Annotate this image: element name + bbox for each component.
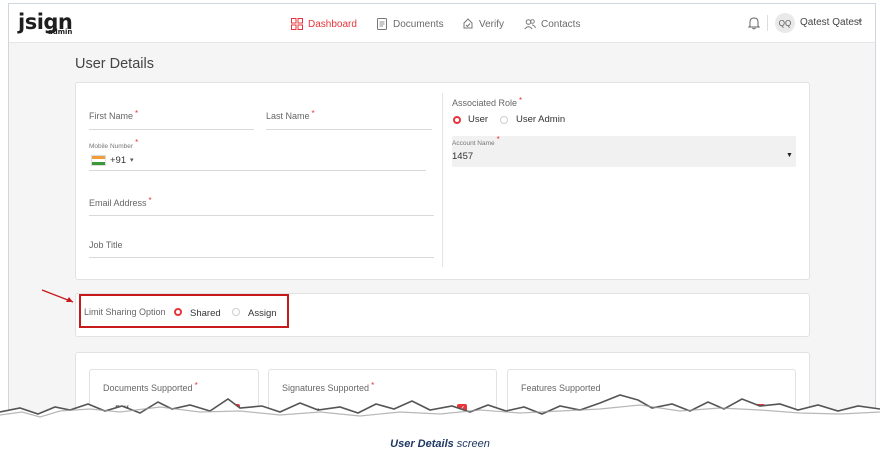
torn-edge: [0, 394, 880, 426]
nav-contacts[interactable]: Contacts: [524, 16, 580, 32]
caption-bold: User Details: [390, 438, 454, 450]
required-mark: *: [311, 109, 315, 118]
account-name-label-text: Account Name: [452, 140, 495, 147]
page-title: User Details: [75, 56, 154, 72]
annotation-arrow-icon: [41, 289, 74, 303]
limit-sharing-label: Limit Sharing Option: [84, 307, 166, 317]
last-name-label: Last Name *: [266, 109, 315, 121]
required-mark: *: [371, 381, 375, 390]
account-name-label: Account Name *: [452, 135, 500, 147]
last-name-label-text: Last Name: [266, 111, 310, 121]
jsign-logo[interactable]: jsign admin: [18, 10, 73, 36]
required-mark: *: [519, 96, 523, 105]
required-mark: *: [148, 196, 152, 205]
required-mark: *: [496, 135, 500, 144]
column-divider: [442, 93, 443, 267]
account-name-select[interactable]: Account Name * 1457 ▼: [452, 135, 796, 167]
nav-divider: [767, 15, 768, 31]
account-name-value: 1457: [452, 151, 474, 162]
nav-dashboard-label: Dashboard: [308, 18, 357, 30]
email-address-label: Email Address *: [89, 196, 152, 208]
required-mark: *: [135, 138, 139, 147]
required-mark: *: [135, 109, 139, 118]
sharing-assign-label[interactable]: Assign: [248, 308, 277, 319]
app-window: jsign admin Dashboard Documents Verify C…: [8, 3, 876, 423]
country-code[interactable]: +91: [110, 155, 126, 166]
user-details-card: First Name * Last Name * Mobile Number * +9…: [75, 82, 810, 280]
contacts-icon: [524, 19, 536, 30]
first-name-input[interactable]: [89, 129, 254, 130]
verify-icon: [463, 18, 473, 29]
avatar-initials: QQ: [778, 18, 792, 28]
figure-caption: User Details screen: [0, 438, 880, 450]
associated-role-label: Associated Role *: [452, 96, 523, 108]
required-mark: *: [194, 381, 198, 390]
document-icon: [377, 18, 387, 30]
job-title-label-text: Job Title: [89, 240, 123, 250]
email-address-input[interactable]: [89, 215, 434, 216]
sharing-shared-label[interactable]: Shared: [190, 308, 221, 319]
mobile-number-input[interactable]: [89, 170, 426, 171]
email-address-label-text: Email Address: [89, 198, 147, 208]
role-user-radio[interactable]: [453, 116, 461, 124]
user-name-menu[interactable]: Qatest Qatest: [800, 17, 862, 28]
associated-role-label-text: Associated Role: [452, 98, 518, 108]
role-user-admin-radio[interactable]: [500, 116, 508, 124]
nav-documents-label: Documents: [393, 18, 444, 30]
role-user-admin-label[interactable]: User Admin: [516, 114, 565, 125]
first-name-label-text: First Name: [89, 111, 134, 121]
logo-subtext: admin: [48, 28, 73, 36]
last-name-input[interactable]: [266, 129, 432, 130]
top-navbar: jsign admin Dashboard Documents Verify C…: [9, 4, 875, 43]
job-title-label: Job Title: [89, 240, 123, 250]
nav-dashboard[interactable]: Dashboard: [291, 16, 357, 32]
sharing-assign-radio[interactable]: [232, 308, 240, 316]
dashboard-icon: [291, 18, 303, 30]
caret-down-icon[interactable]: ▼: [786, 152, 793, 159]
sharing-shared-radio[interactable]: [174, 308, 182, 316]
mobile-number-label: Mobile Number *: [89, 138, 139, 150]
nav-verify[interactable]: Verify: [462, 16, 504, 32]
nav-contacts-label: Contacts: [541, 18, 581, 30]
nav-verify-label: Verify: [479, 18, 505, 30]
flag-stripe-green: [92, 162, 105, 165]
caption-rest: screen: [453, 438, 490, 450]
country-code-dropdown-icon[interactable]: ▾: [130, 156, 134, 164]
nav-documents[interactable]: Documents: [376, 16, 444, 32]
bell-icon[interactable]: [747, 16, 761, 30]
chevron-down-icon[interactable]: ▾: [858, 17, 862, 26]
role-user-label[interactable]: User: [468, 114, 488, 125]
job-title-input[interactable]: [89, 257, 434, 258]
avatar[interactable]: QQ: [775, 13, 795, 33]
mobile-number-label-text: Mobile Number: [89, 143, 134, 150]
first-name-label: First Name *: [89, 109, 139, 121]
india-flag-icon[interactable]: [91, 155, 106, 166]
